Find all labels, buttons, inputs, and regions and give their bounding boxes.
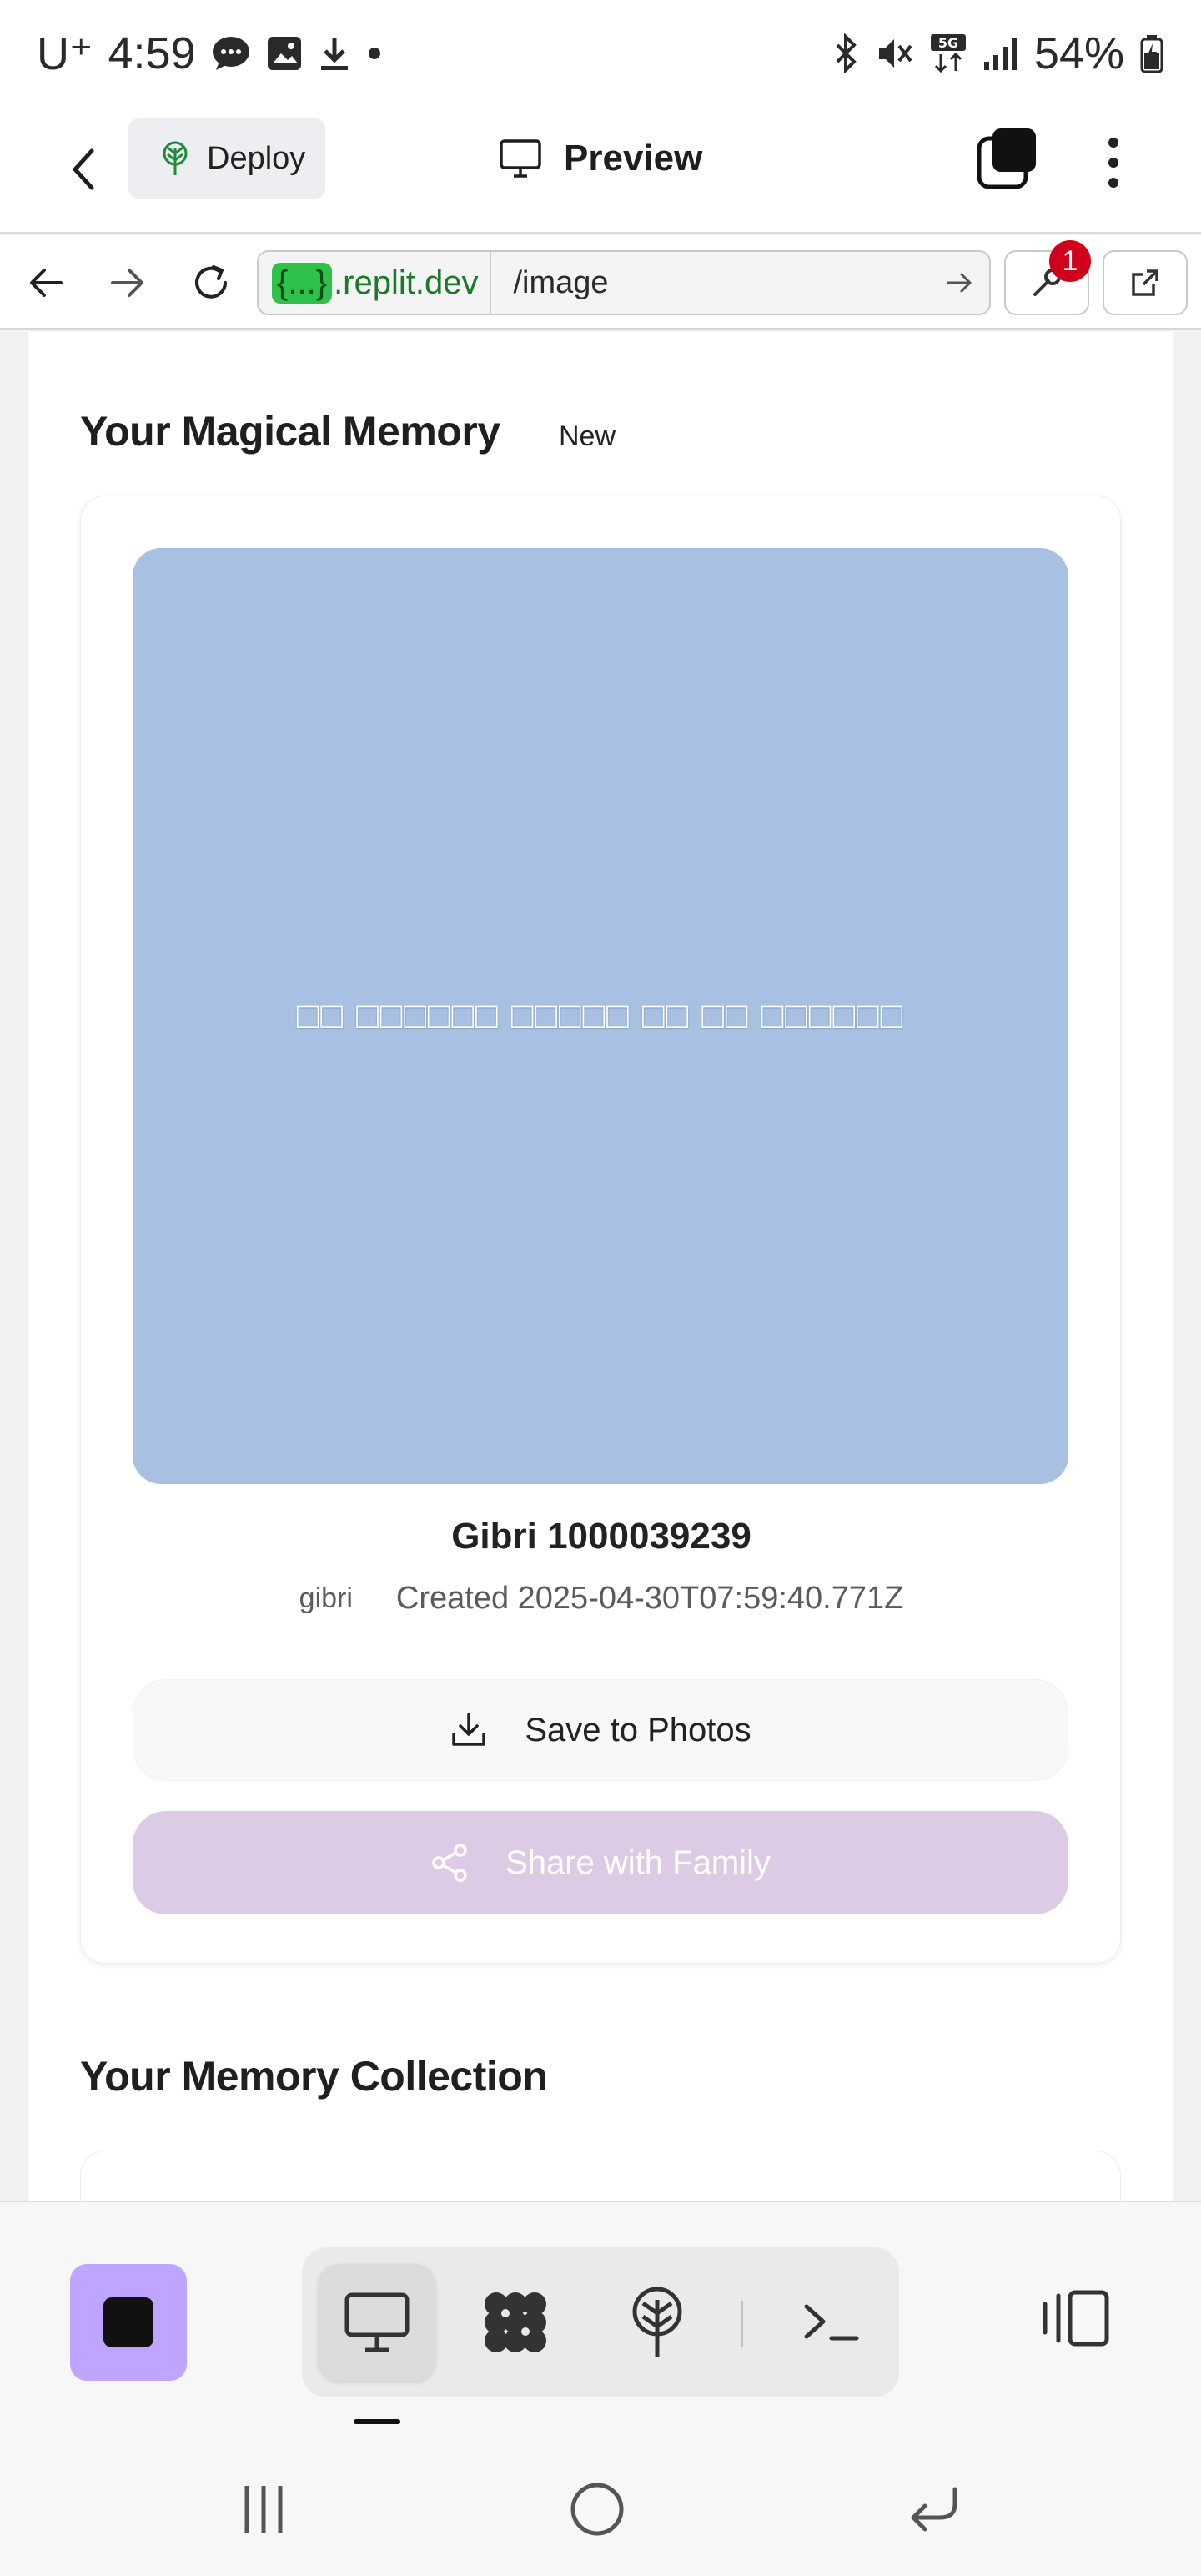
chevron-left-icon (73, 148, 94, 190)
bottom-dock (0, 2201, 1201, 2451)
deploy-icon (163, 141, 188, 175)
browser-back-button[interactable] (17, 254, 75, 312)
agent-tool-button[interactable] (457, 2264, 574, 2381)
preview-label: Preview (564, 138, 703, 179)
external-link-icon (1132, 269, 1158, 296)
signal-icon (982, 35, 1019, 72)
share-label: Share with Family (505, 1844, 771, 1881)
battery-icon (1139, 33, 1164, 73)
generated-image: □□ □□□□□□ □□□□□ □□ □□ □□□□□□ (133, 548, 1068, 1484)
app-bar: Deploy Preview (0, 107, 1201, 234)
collection-title: Your Memory Collection (80, 2053, 548, 2100)
preview-tab[interactable]: Preview (499, 125, 702, 192)
deploy-label: Deploy (207, 140, 306, 176)
arrow-right-icon (111, 269, 143, 297)
tool-group (302, 2247, 899, 2397)
recents-icon (244, 2486, 283, 2533)
monitor-icon (500, 139, 541, 178)
image-alt-text: □□ □□□□□□ □□□□□ □□ □□ □□□□□□ (296, 995, 905, 1036)
reload-button[interactable] (182, 254, 240, 312)
page-viewport[interactable]: Your Magical Memory New □□ □□□□□□ □□□□□ … (0, 332, 1201, 2201)
mute-icon (876, 34, 914, 73)
back-icon (911, 2487, 957, 2532)
active-tool-indicator (354, 2419, 400, 2424)
notification-badge: 1 (1049, 240, 1091, 282)
tool-separator (741, 2301, 743, 2347)
recents-button[interactable] (222, 2476, 305, 2543)
arrow-left-icon (30, 269, 63, 297)
clock: 4:59 (108, 28, 196, 78)
url-bar[interactable]: {...} .replit.dev /image (257, 250, 991, 315)
share-with-family-button[interactable]: Share with Family (133, 1811, 1068, 1914)
status-bar: U⁺ 4:59 5G 54% (0, 0, 1201, 107)
stop-icon (103, 2297, 153, 2347)
tabs-button[interactable] (976, 125, 1041, 192)
open-external-button[interactable] (1103, 250, 1188, 315)
url-domain-suffix: .replit.dev (334, 264, 479, 301)
save-to-photos-button[interactable]: Save to Photos (133, 1679, 1068, 1781)
image-title: Gibri 1000039239 (451, 1516, 751, 1557)
deploy-button[interactable]: Deploy (128, 118, 325, 199)
url-domain: {...} .replit.dev (259, 252, 492, 314)
collection-card (80, 2151, 1121, 2201)
url-domain-chip: {...} (272, 262, 333, 304)
new-tag: New (559, 420, 616, 452)
dot-icon (366, 45, 383, 62)
save-label: Save to Photos (525, 1711, 751, 1748)
battery-percent: 54% (1033, 28, 1124, 78)
share-icon (432, 1844, 467, 1882)
arrow-right-icon (947, 273, 972, 293)
tabs-icon (977, 128, 1036, 189)
reload-icon (195, 265, 227, 299)
system-nav-bar (0, 2451, 1201, 2576)
created-label: Created 2025-04-30T07:59:40.771Z (395, 1581, 904, 1616)
browser-forward-button[interactable] (98, 254, 157, 312)
back-button[interactable] (58, 132, 108, 207)
panel-icon (1043, 2290, 1109, 2347)
svg-text:5G: 5G (938, 35, 958, 51)
url-path[interactable]: /image (491, 265, 931, 301)
download-icon (318, 34, 351, 73)
image-meta: gibri Created 2025-04-30T07:59:40.771Z (81, 1581, 1122, 1617)
status-left: U⁺ 4:59 (37, 28, 383, 80)
download-icon (452, 1713, 486, 1746)
status-right: 5G 54% (831, 28, 1164, 79)
stop-button[interactable] (70, 2264, 187, 2381)
home-button[interactable] (555, 2476, 639, 2543)
chat-bubble-icon (211, 35, 251, 72)
url-go-button[interactable] (931, 270, 989, 295)
image-icon (266, 35, 303, 72)
carrier-label: U⁺ (37, 28, 93, 79)
agent-icon (485, 2292, 546, 2352)
bluetooth-icon (831, 33, 861, 73)
memory-card: □□ □□□□□□ □□□□□ □□ □□ □□□□□□ Gibri 10000… (80, 496, 1121, 1964)
5g-icon: 5G (929, 33, 967, 74)
panel-toggle-button[interactable] (1029, 2272, 1121, 2364)
deploy-icon (632, 2287, 682, 2357)
monitor-icon (344, 2292, 410, 2352)
browser-bar: {...} .replit.dev /image 1 (0, 235, 1201, 330)
author-label: gibri (299, 1582, 353, 1614)
deployments-tool-button[interactable] (599, 2264, 716, 2381)
terminal-icon (804, 2304, 859, 2341)
more-options-button[interactable] (1084, 125, 1143, 200)
home-icon (570, 2483, 624, 2536)
shell-tool-button[interactable] (772, 2264, 889, 2381)
preview-tool-button[interactable] (319, 2264, 435, 2381)
section-title: Your Magical Memory (80, 408, 500, 455)
system-back-button[interactable] (892, 2476, 976, 2543)
